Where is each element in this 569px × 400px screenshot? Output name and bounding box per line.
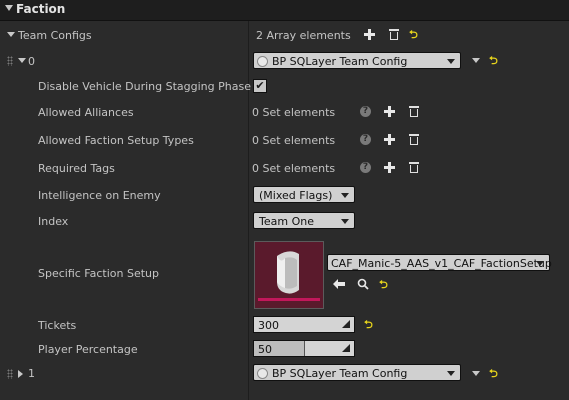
collapse-arrow-icon[interactable] [5, 5, 13, 11]
asset-circle-icon [257, 56, 268, 67]
intelligence-label: Intelligence on Enemy [38, 189, 161, 202]
element-0-index: 0 [28, 55, 35, 68]
expand-element-1-icon[interactable] [18, 370, 23, 378]
player-percentage-label: Player Percentage [38, 343, 138, 356]
element-0-reset-icon[interactable]: ⮌ [489, 55, 498, 66]
reset-to-default-icon[interactable]: ⮌ [409, 29, 418, 40]
player-percentage-handle[interactable] [304, 341, 305, 356]
tickets-label: Tickets [38, 319, 77, 332]
chevron-down-icon [341, 219, 349, 224]
element-1-options-icon[interactable] [472, 371, 480, 376]
use-selected-arrow-icon[interactable] [333, 279, 345, 289]
expand-team-configs-icon[interactable] [7, 32, 15, 37]
section-header-faction[interactable]: Faction [0, 0, 569, 21]
asset-circle-icon [257, 368, 268, 379]
index-label: Index [38, 215, 69, 228]
add-tag-icon[interactable] [384, 162, 395, 173]
resize-corner-icon [342, 320, 350, 328]
expand-element-0-icon[interactable] [18, 58, 26, 63]
required-tags-label: Required Tags [38, 162, 115, 175]
element-1-asset-value: BP SQLayer Team Config [272, 367, 408, 380]
drag-handle-icon[interactable] [7, 369, 13, 379]
drag-handle-icon[interactable] [7, 56, 13, 66]
chevron-down-icon [341, 193, 349, 198]
allowed-alliances-value: 0 Set elements [252, 106, 336, 119]
chevron-down-icon [536, 261, 544, 266]
specific-faction-setup-reset-icon[interactable]: ⮌ [379, 279, 388, 290]
browse-search-icon[interactable] [357, 278, 369, 290]
element-1-index: 1 [28, 367, 35, 380]
index-combo[interactable]: Team One [253, 212, 355, 229]
intelligence-combo[interactable]: (Mixed Flags) [253, 186, 355, 203]
clear-faction-setup-types-icon[interactable] [409, 134, 419, 145]
tickets-input[interactable]: 300 [253, 316, 355, 333]
help-icon[interactable]: ? [360, 134, 371, 145]
faction-setup-thumbnail-icon [255, 242, 323, 308]
tickets-reset-icon[interactable]: ⮌ [364, 319, 373, 330]
team-configs-label: Team Configs [18, 29, 92, 42]
element-0-options-icon[interactable] [472, 58, 480, 63]
intelligence-value: (Mixed Flags) [259, 189, 333, 202]
disable-vehicle-label: Disable Vehicle During Stagging Phase [38, 80, 251, 93]
allowed-alliances-label: Allowed Alliances [38, 106, 134, 119]
clear-tags-icon[interactable] [409, 162, 419, 173]
column-divider[interactable] [248, 21, 249, 400]
element-0-asset-value: BP SQLayer Team Config [272, 55, 408, 68]
clear-alliances-icon[interactable] [409, 106, 419, 117]
disable-vehicle-checkbox[interactable]: ✔ [253, 79, 267, 93]
help-icon[interactable]: ? [360, 162, 371, 173]
help-icon[interactable]: ? [360, 106, 371, 117]
element-1-reset-icon[interactable]: ⮌ [489, 368, 498, 379]
delete-all-icon[interactable] [389, 29, 399, 40]
section-title: Faction [16, 2, 66, 16]
add-element-icon[interactable] [364, 29, 375, 40]
resize-corner-icon [342, 344, 350, 352]
tickets-value: 300 [258, 319, 279, 332]
element-1-asset-combo[interactable]: BP SQLayer Team Config [253, 364, 461, 381]
chevron-down-icon [447, 371, 455, 376]
element-0-asset-combo[interactable]: BP SQLayer Team Config [253, 52, 461, 69]
team-configs-count: 2 Array elements [256, 29, 351, 42]
allowed-faction-setup-types-label: Allowed Faction Setup Types [38, 134, 194, 147]
chevron-down-icon [447, 59, 455, 64]
allowed-faction-setup-types-value: 0 Set elements [252, 134, 336, 147]
add-faction-setup-type-icon[interactable] [384, 134, 395, 145]
player-percentage-slider[interactable]: 50 [253, 340, 355, 357]
index-value: Team One [259, 215, 314, 228]
specific-faction-setup-combo[interactable]: CAF_Manic-5_AAS_v1_CAF_FactionSetup [327, 254, 552, 271]
add-alliance-icon[interactable] [384, 106, 395, 117]
player-percentage-value: 50 [258, 343, 272, 356]
asset-thumbnail[interactable] [254, 241, 324, 309]
specific-faction-setup-label: Specific Faction Setup [38, 267, 159, 280]
specific-faction-setup-value: CAF_Manic-5_AAS_v1_CAF_FactionSetup [331, 257, 552, 270]
required-tags-value: 0 Set elements [252, 162, 336, 175]
